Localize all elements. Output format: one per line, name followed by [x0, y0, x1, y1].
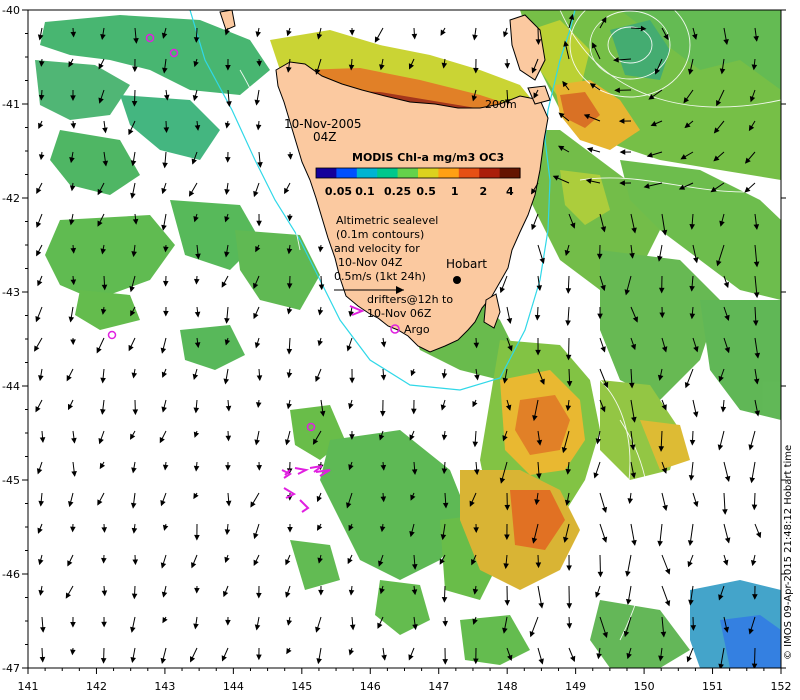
x-tick-label: 146: [360, 680, 381, 693]
x-tick-label: 152: [771, 680, 792, 693]
colorbar-tick-label: 4: [506, 185, 514, 198]
colorbar-swatch: [377, 168, 399, 178]
x-tick-label: 150: [634, 680, 655, 693]
y-tick-label: -40: [2, 4, 20, 17]
colorbar-tick-label: 0.1: [355, 185, 375, 198]
colorbar-swatch: [418, 168, 439, 178]
colorbar-title: MODIS Chl-a mg/m3 OC3: [352, 151, 504, 164]
colorbar-tick-label: 0.5: [416, 185, 436, 198]
time-label: 04Z: [313, 130, 337, 144]
sealevel-line-5: 0.5m/s (1kt 24h): [334, 270, 426, 283]
y-tick-label: -46: [2, 568, 20, 581]
x-tick-label: 147: [428, 680, 449, 693]
x-tick-label: 148: [497, 680, 518, 693]
y-tick-label: -43: [2, 286, 20, 299]
date-label: 10-Nov-2005: [284, 117, 362, 131]
colorbar-tick-label: 1: [451, 185, 459, 198]
colorbar-swatch: [336, 168, 358, 178]
y-tick-label: -42: [2, 192, 20, 205]
x-tick-label: 144: [223, 680, 244, 693]
hobart-dot: [453, 276, 461, 284]
x-tick-label: 151: [702, 680, 723, 693]
colorbar-swatch: [356, 168, 378, 178]
drifter-line-1: drifters@12h to: [367, 293, 453, 306]
colorbar-swatch: [499, 168, 521, 178]
colorbar-swatch: [458, 168, 480, 178]
y-tick-label: -47: [2, 662, 20, 675]
y-tick-label: -44: [2, 380, 20, 393]
sealevel-line-3: and velocity for: [334, 242, 420, 255]
drifter-line-2: 10-Nov 06Z: [367, 307, 432, 320]
colorbar-tick-label: 2: [479, 185, 487, 198]
colorbar-swatches: [316, 168, 521, 178]
colorbar-swatch: [397, 168, 419, 178]
argo-label: Argo: [404, 323, 430, 336]
y-tick-label: -41: [2, 98, 20, 111]
colorbar-tick-label: 0.05: [325, 185, 352, 198]
credit-text: © IMOS 09-Apr-2015 21:48:12 Hobart time: [783, 445, 794, 660]
sealevel-line-1: Altimetric sealevel: [336, 214, 438, 227]
x-tick-label: 149: [565, 680, 586, 693]
isobath-label: 200m: [485, 98, 517, 111]
sealevel-line-2: (0.1m contours): [336, 228, 424, 241]
colorbar-swatch: [479, 168, 501, 178]
x-axis: 141 142 143 144 145 146 147 148 149 150 151 152: [18, 668, 792, 693]
place-label: Hobart: [446, 257, 487, 271]
x-tick-label: 145: [291, 680, 312, 693]
colorbar-swatch: [316, 168, 337, 178]
colorbar-tick-label: 0.25: [384, 185, 411, 198]
sealevel-line-4: 10-Nov 04Z: [338, 256, 403, 269]
colorbar-swatch: [438, 168, 460, 178]
y-tick-label: -45: [2, 474, 20, 487]
x-tick-label: 141: [18, 680, 39, 693]
x-tick-label: 143: [154, 680, 175, 693]
chlorophyll-map: MODIS Chl-a mg/m3 OC3 0.05 0.1 0.25 0.5 1 2 4 …: [2, 4, 794, 693]
x-tick-label: 142: [86, 680, 107, 693]
